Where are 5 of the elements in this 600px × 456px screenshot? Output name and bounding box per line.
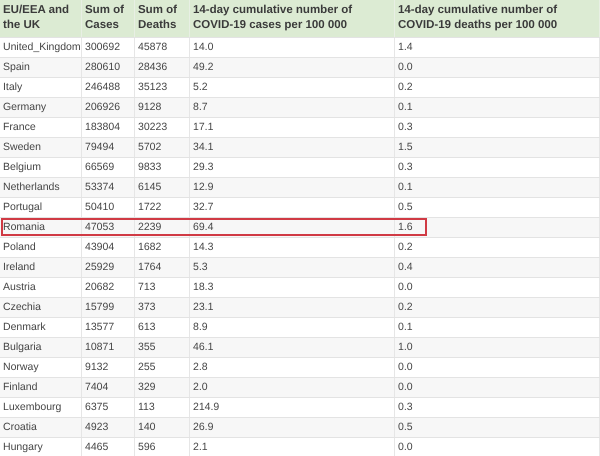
- table-cell: 596: [135, 438, 190, 456]
- table-cell: 0.0: [395, 438, 600, 456]
- table-cell: 4465: [82, 438, 135, 456]
- table-cell: 2.1: [190, 438, 395, 456]
- table-cell: Hungary: [0, 438, 82, 456]
